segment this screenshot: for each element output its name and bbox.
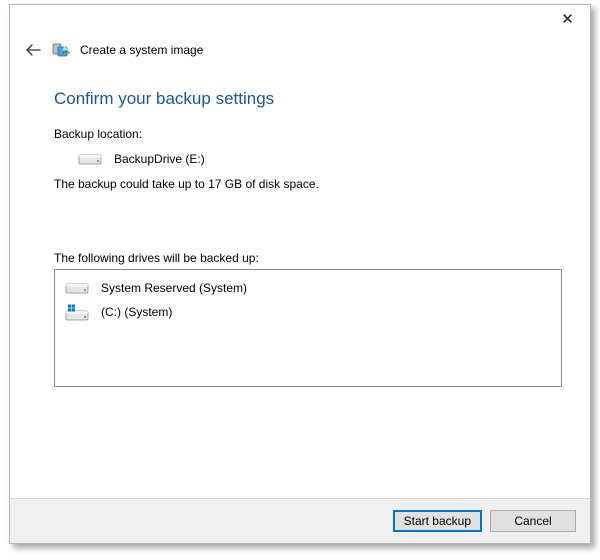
drive-name: System Reserved (System) bbox=[101, 281, 247, 295]
drive-name: (C:) (System) bbox=[101, 305, 172, 319]
window-close-button[interactable]: ✕ bbox=[545, 5, 590, 33]
start-backup-button[interactable]: Start backup bbox=[393, 510, 482, 532]
app-icon bbox=[52, 41, 70, 59]
window-header: Create a system image bbox=[10, 5, 590, 61]
cancel-button[interactable]: Cancel bbox=[490, 510, 576, 532]
drive-icon bbox=[78, 151, 102, 167]
back-button[interactable] bbox=[24, 43, 42, 57]
list-item[interactable]: System Reserved (System) bbox=[63, 276, 553, 300]
drive-icon bbox=[65, 280, 89, 296]
drives-list: System Reserved (System) bbox=[54, 269, 562, 387]
dialog-footer: Start backup Cancel bbox=[10, 498, 590, 543]
list-item[interactable]: (C:) (System) bbox=[63, 300, 553, 324]
backup-size-note: The backup could take up to 17 GB of dis… bbox=[54, 177, 562, 191]
page-title: Confirm your backup settings bbox=[54, 89, 562, 109]
system-image-window: ✕ Create a system image Confirm your bac… bbox=[9, 4, 591, 544]
drives-list-label: The following drives will be backed up: bbox=[54, 251, 562, 265]
backup-location-label: Backup location: bbox=[54, 127, 562, 141]
window-title: Create a system image bbox=[80, 43, 203, 57]
close-icon: ✕ bbox=[561, 12, 574, 27]
back-arrow-icon bbox=[24, 43, 42, 57]
backup-location-row: BackupDrive (E:) bbox=[78, 151, 562, 167]
backup-location-value: BackupDrive (E:) bbox=[114, 152, 205, 166]
windows-drive-icon bbox=[65, 304, 89, 320]
content-area: Confirm your backup settings Backup loca… bbox=[10, 61, 590, 387]
